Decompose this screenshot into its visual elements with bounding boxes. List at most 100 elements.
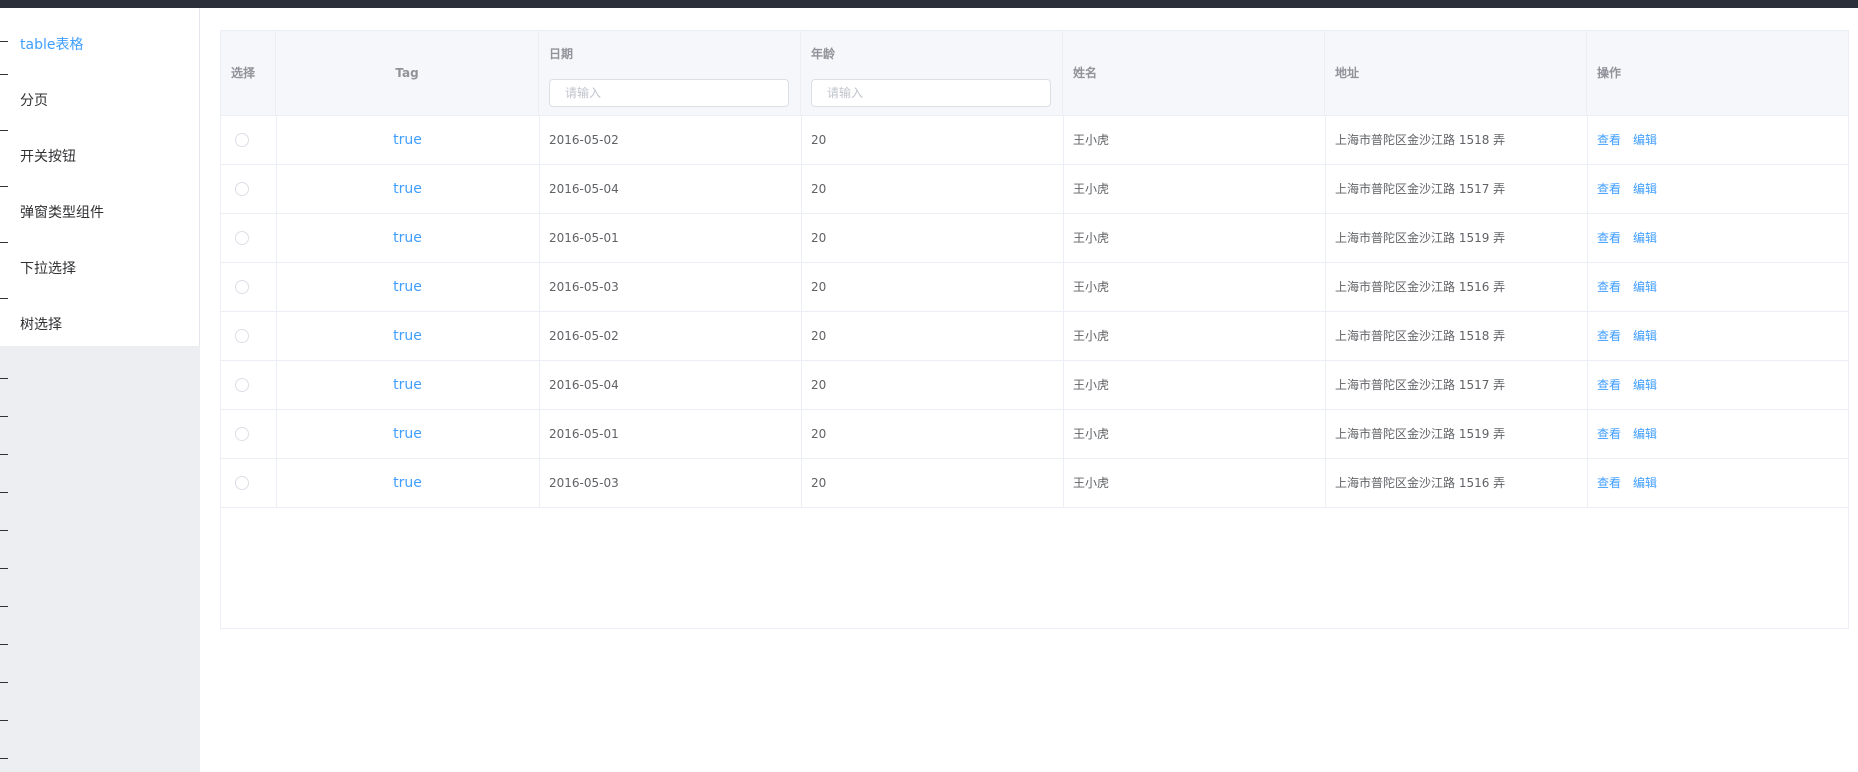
cell-age: 20 <box>811 133 827 147</box>
table-row: true 2016-05-02 20 王小虎 上海市普陀区金沙江路 1518 弄 查看 编辑 <box>221 312 1848 361</box>
cell-tag: true <box>393 475 422 491</box>
date-filter-input[interactable] <box>549 79 789 107</box>
cell-actions: 查看 编辑 <box>1587 410 1850 458</box>
edit-link[interactable]: 编辑 <box>1633 133 1657 147</box>
cell-name: 王小虎 <box>1073 182 1110 196</box>
view-link[interactable]: 查看 <box>1597 329 1621 343</box>
header-actions: 操作 <box>1587 31 1850 115</box>
cell-age: 20 <box>811 476 827 490</box>
cell-actions: 查看 编辑 <box>1587 263 1850 311</box>
row-radio[interactable] <box>235 329 249 343</box>
cell-name: 王小虎 <box>1073 427 1110 441</box>
cell-date: 2016-05-02 <box>549 329 619 343</box>
sidebar-item-switch[interactable]: 开关按钮 <box>20 129 76 185</box>
cell-date: 2016-05-04 <box>549 378 619 392</box>
cell-select <box>221 263 276 311</box>
cell-select <box>221 116 276 164</box>
menu-tick <box>0 41 8 42</box>
data-table: 选择 Tag 日期 年龄 姓名 地址 操作 true 2016-05-02 20 王小… <box>220 30 1849 629</box>
sidebar-item-dialog[interactable]: 弹窗类型组件 <box>20 185 104 241</box>
table-row: true 2016-05-03 20 王小虎 上海市普陀区金沙江路 1516 弄 查看 编辑 <box>221 459 1848 508</box>
cell-date: 2016-05-02 <box>549 133 619 147</box>
edit-link[interactable]: 编辑 <box>1633 329 1657 343</box>
sidebar-item-pagination[interactable]: 分页 <box>20 73 48 129</box>
edit-link[interactable]: 编辑 <box>1633 378 1657 392</box>
menu-tick <box>0 416 8 417</box>
menu-tick <box>0 644 8 645</box>
age-filter-input[interactable] <box>811 79 1051 107</box>
header-date: 日期 <box>539 31 801 115</box>
table-row: true 2016-05-03 20 王小虎 上海市普陀区金沙江路 1516 弄 查看 编辑 <box>221 263 1848 312</box>
cell-tag: true <box>393 328 422 344</box>
cell-address: 上海市普陀区金沙江路 1518 弄 <box>1335 133 1506 147</box>
cell-actions: 查看 编辑 <box>1587 361 1850 409</box>
cell-address: 上海市普陀区金沙江路 1518 弄 <box>1335 329 1506 343</box>
edit-link[interactable]: 编辑 <box>1633 476 1657 490</box>
cell-address: 上海市普陀区金沙江路 1516 弄 <box>1335 280 1506 294</box>
view-link[interactable]: 查看 <box>1597 231 1621 245</box>
edit-link[interactable]: 编辑 <box>1633 280 1657 294</box>
cell-name: 王小虎 <box>1073 133 1110 147</box>
row-radio[interactable] <box>235 378 249 392</box>
row-radio[interactable] <box>235 133 249 147</box>
cell-name: 王小虎 <box>1073 476 1110 490</box>
menu-tick <box>0 720 8 721</box>
row-radio[interactable] <box>235 476 249 490</box>
menu-tick <box>0 568 8 569</box>
cell-actions: 查看 编辑 <box>1587 116 1850 164</box>
cell-name: 王小虎 <box>1073 378 1110 392</box>
cell-actions: 查看 编辑 <box>1587 312 1850 360</box>
view-link[interactable]: 查看 <box>1597 427 1621 441</box>
header-age-label: 年龄 <box>811 47 836 61</box>
edit-link[interactable]: 编辑 <box>1633 182 1657 196</box>
cell-address: 上海市普陀区金沙江路 1519 弄 <box>1335 231 1506 245</box>
sidebar: table表格 分页 开关按钮 弹窗类型组件 下拉选择 树选择 <box>0 8 200 772</box>
cell-address: 上海市普陀区金沙江路 1517 弄 <box>1335 182 1506 196</box>
header-address-label: 地址 <box>1335 66 1360 80</box>
menu-tick <box>0 758 8 759</box>
edit-link[interactable]: 编辑 <box>1633 231 1657 245</box>
header-name: 姓名 <box>1063 31 1325 115</box>
table-row: true 2016-05-01 20 王小虎 上海市普陀区金沙江路 1519 弄 查看 编辑 <box>221 410 1848 459</box>
header-select: 选择 <box>221 31 276 115</box>
header-name-label: 姓名 <box>1073 66 1098 80</box>
view-link[interactable]: 查看 <box>1597 182 1621 196</box>
sidebar-item-select[interactable]: 下拉选择 <box>20 241 76 297</box>
view-link[interactable]: 查看 <box>1597 280 1621 294</box>
header-select-label: 选择 <box>231 66 256 80</box>
menu-tick <box>0 186 8 187</box>
cell-age: 20 <box>811 329 827 343</box>
sidebar-item-tree-select[interactable]: 树选择 <box>20 297 62 353</box>
edit-link[interactable]: 编辑 <box>1633 427 1657 441</box>
cell-address: 上海市普陀区金沙江路 1517 弄 <box>1335 378 1506 392</box>
cell-tag: true <box>393 426 422 442</box>
view-link[interactable]: 查看 <box>1597 378 1621 392</box>
row-radio[interactable] <box>235 427 249 441</box>
cell-select <box>221 312 276 360</box>
table-row: true 2016-05-04 20 王小虎 上海市普陀区金沙江路 1517 弄 查看 编辑 <box>221 165 1848 214</box>
cell-select <box>221 361 276 409</box>
header-age: 年龄 <box>801 31 1063 115</box>
cell-name: 王小虎 <box>1073 329 1110 343</box>
view-link[interactable]: 查看 <box>1597 476 1621 490</box>
view-link[interactable]: 查看 <box>1597 133 1621 147</box>
menu-tick <box>0 454 8 455</box>
cell-select <box>221 214 276 262</box>
row-radio[interactable] <box>235 280 249 294</box>
sidebar-item-table[interactable]: table表格 <box>20 17 83 73</box>
cell-select <box>221 459 276 507</box>
menu-tick <box>0 74 8 75</box>
cell-actions: 查看 编辑 <box>1587 214 1850 262</box>
menu-tick <box>0 682 8 683</box>
top-bar <box>0 0 1858 8</box>
cell-date: 2016-05-01 <box>549 231 619 245</box>
cell-tag: true <box>393 181 422 197</box>
cell-age: 20 <box>811 182 827 196</box>
menu-tick <box>0 378 8 379</box>
cell-tag: true <box>393 377 422 393</box>
cell-age: 20 <box>811 231 827 245</box>
header-address: 地址 <box>1325 31 1587 115</box>
row-radio[interactable] <box>235 182 249 196</box>
header-actions-label: 操作 <box>1597 66 1622 80</box>
row-radio[interactable] <box>235 231 249 245</box>
